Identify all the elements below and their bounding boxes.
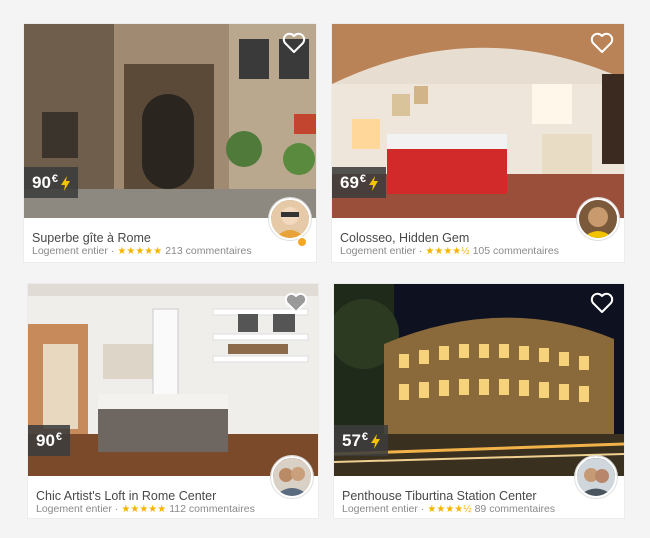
listing-meta: Logement entier · ★★★★½ 105 commentaires <box>340 245 559 257</box>
host-avatar[interactable] <box>271 456 313 498</box>
price-badge: 57 € <box>334 425 389 456</box>
star-rating: ★★★★★ <box>117 245 163 257</box>
star-rating: ★★★★½ <box>427 503 472 515</box>
listing-title[interactable]: Superbe gîte à Rome <box>32 231 151 245</box>
listing-meta: Logement entier · ★★★★★ 112 commentaires <box>36 503 255 515</box>
review-count: 112 commentaires <box>169 503 255 515</box>
separator: · <box>418 245 423 257</box>
host-avatar[interactable] <box>575 456 617 498</box>
listing-card[interactable]: 57 € Penthouse Tiburtina Station Center … <box>334 284 624 518</box>
listing-type: Logement entier <box>340 245 416 257</box>
price-badge: 90 € <box>28 425 71 456</box>
heart-icon[interactable] <box>590 32 614 54</box>
listing-meta: Logement entier · ★★★★★ 213 commentaires <box>32 245 252 257</box>
price-currency: € <box>51 173 59 185</box>
listing-title[interactable]: Colosseo, Hidden Gem <box>340 231 469 245</box>
listing-card[interactable]: 69 € Colosseo, Hidden Gem Logement entie… <box>332 24 624 262</box>
listing-title[interactable]: Penthouse Tiburtina Station Center <box>342 489 537 503</box>
heart-icon[interactable] <box>282 32 306 54</box>
separator: · <box>110 245 115 257</box>
listing-photo[interactable]: 69 € <box>332 24 624 218</box>
host-avatar[interactable] <box>269 198 311 240</box>
listing-grid: 90 € Superbe gîte à Rome Logement entier… <box>0 0 650 538</box>
listing-card[interactable]: 90 € Chic Artist's Loft in Rome Center L… <box>28 284 318 518</box>
review-count: 105 commentaires <box>472 245 559 257</box>
listing-type: Logement entier <box>32 245 108 257</box>
price-value: 69 <box>340 173 359 192</box>
host-avatar[interactable] <box>577 198 619 240</box>
listing-photo[interactable]: 90 € <box>24 24 316 218</box>
listing-type: Logement entier <box>36 503 112 515</box>
star-rating: ★★★★½ <box>425 245 470 257</box>
separator: · <box>420 503 425 515</box>
listing-meta: Logement entier · ★★★★½ 89 commentaires <box>342 503 555 515</box>
price-currency: € <box>359 173 367 185</box>
lightning-bolt-icon <box>61 175 71 191</box>
lightning-bolt-icon <box>371 433 381 449</box>
listing-photo[interactable]: 57 € <box>334 284 624 476</box>
star-rating: ★★★★★ <box>121 503 167 515</box>
heart-icon[interactable] <box>590 292 614 314</box>
listing-type: Logement entier <box>342 503 418 515</box>
lightning-bolt-icon <box>369 175 379 191</box>
price-currency: € <box>361 431 369 443</box>
price-currency: € <box>55 431 63 443</box>
heart-icon[interactable] <box>284 292 308 314</box>
price-value: 90 <box>32 173 51 192</box>
listing-photo[interactable]: 90 € <box>28 284 318 476</box>
review-count: 213 commentaires <box>165 245 252 257</box>
price-badge: 69 € <box>332 167 387 198</box>
price-value: 57 <box>342 431 361 450</box>
superhost-badge <box>297 237 307 247</box>
price-badge: 90 € <box>24 167 79 198</box>
listing-title[interactable]: Chic Artist's Loft in Rome Center <box>36 489 216 503</box>
review-count: 89 commentaires <box>474 503 556 515</box>
price-value: 90 <box>36 431 55 450</box>
separator: · <box>114 503 119 515</box>
listing-card[interactable]: 90 € Superbe gîte à Rome Logement entier… <box>24 24 316 262</box>
